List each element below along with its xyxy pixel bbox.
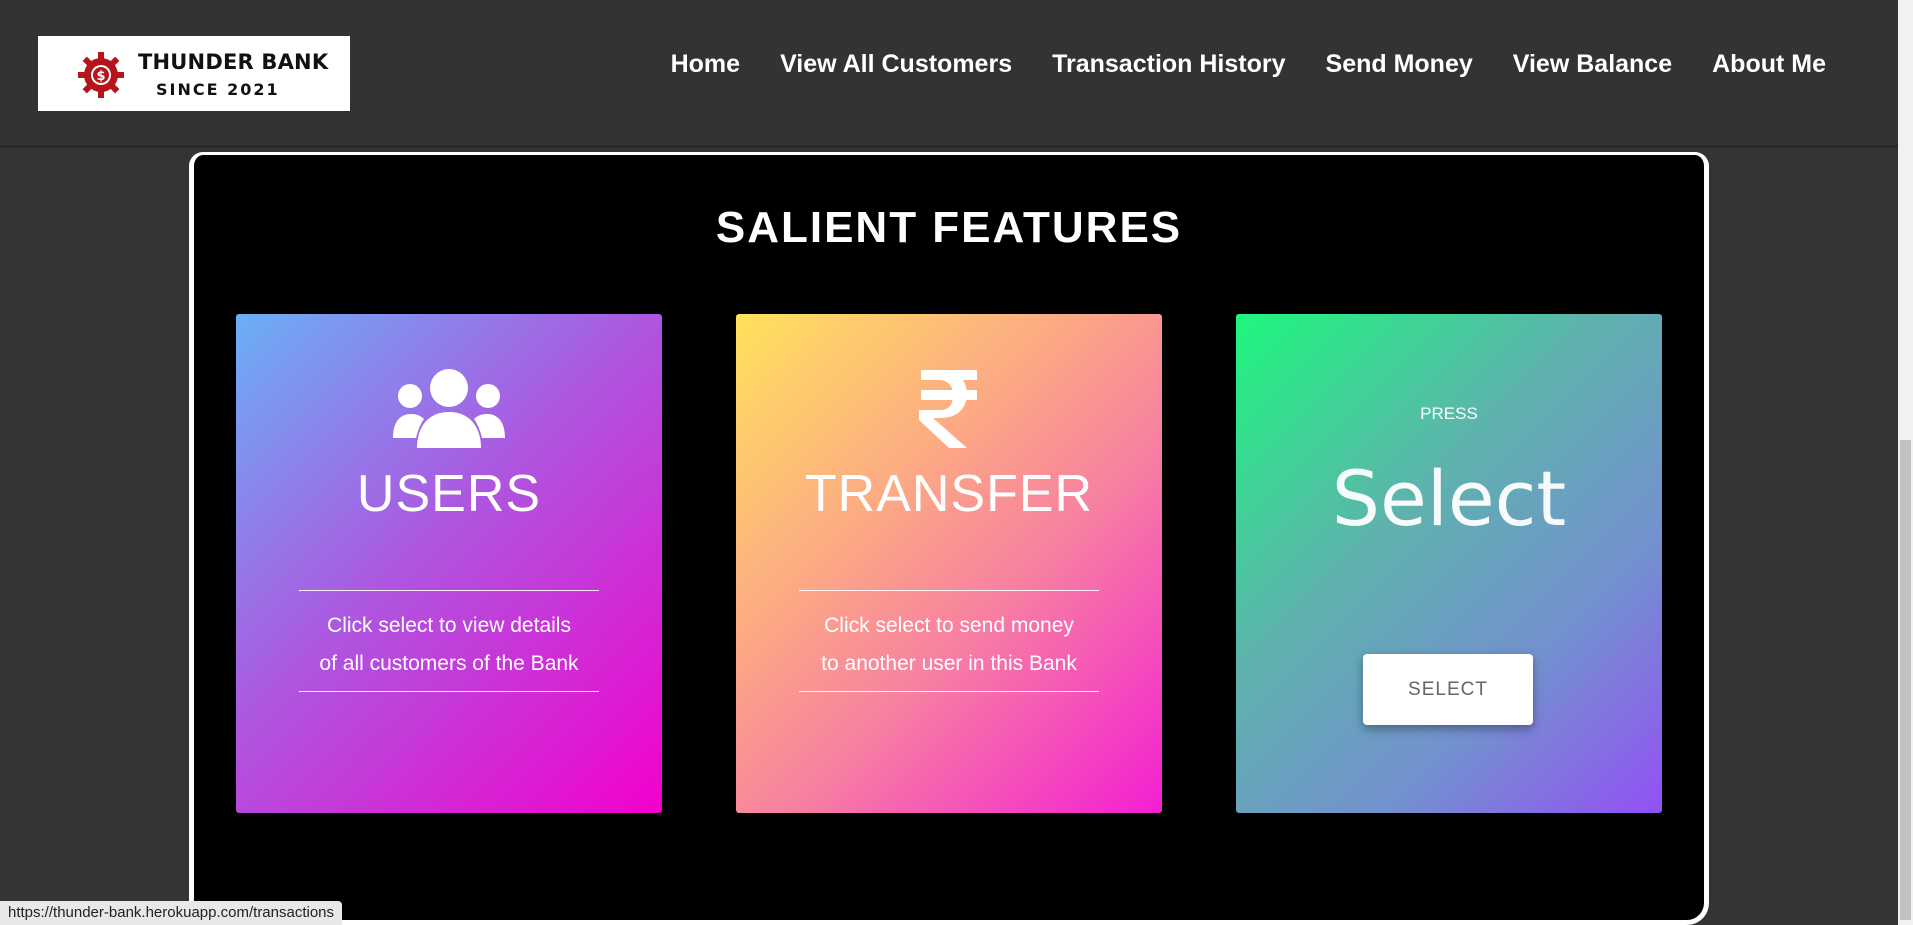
nav-links: Home View All Customers Transaction Hist… xyxy=(671,50,1826,79)
description-line: Click select to send money xyxy=(824,614,1074,637)
description-line: to another user in this Bank xyxy=(821,652,1077,675)
scrollbar[interactable] xyxy=(1898,0,1913,925)
gear-icon: $ xyxy=(78,52,124,98)
nav-about-me[interactable]: About Me xyxy=(1712,50,1826,79)
divider xyxy=(799,691,1099,692)
users-card: USERS Click select to view details of al… xyxy=(236,314,662,813)
logo[interactable]: $ THUNDER BANK SINCE 2021 xyxy=(38,36,350,111)
rupee-icon xyxy=(919,370,977,448)
divider xyxy=(799,590,1099,591)
select-heading: Select xyxy=(1331,454,1567,543)
nav-view-balance[interactable]: View Balance xyxy=(1513,50,1672,79)
card-title: USERS xyxy=(356,465,542,523)
navbar: $ THUNDER BANK SINCE 2021 Home View All … xyxy=(0,0,1898,148)
users-icon xyxy=(393,369,505,448)
logo-since: SINCE 2021 xyxy=(156,80,280,99)
press-label: PRESS xyxy=(1420,404,1478,423)
scrollbar-thumb[interactable] xyxy=(1900,440,1911,920)
divider xyxy=(299,691,599,692)
nav-view-all-customers[interactable]: View All Customers xyxy=(780,50,1012,79)
nav-home[interactable]: Home xyxy=(671,50,740,79)
transfer-card: TRANSFER Click select to send money to a… xyxy=(736,314,1162,813)
nav-send-money[interactable]: Send Money xyxy=(1326,50,1473,79)
logo-name: THUNDER BANK xyxy=(138,50,329,74)
svg-text:$: $ xyxy=(96,69,105,84)
card-description: Click select to view details of all cust… xyxy=(236,607,662,683)
status-url: https://thunder-bank.herokuapp.com/trans… xyxy=(0,901,343,925)
section-title: SALIENT FEATURES xyxy=(715,203,1183,252)
description-line: of all customers of the Bank xyxy=(319,652,579,675)
select-button[interactable]: SELECT xyxy=(1363,654,1533,725)
card-description: Click select to send money to another us… xyxy=(736,607,1162,683)
divider xyxy=(299,590,599,591)
description-line: Click select to view details xyxy=(327,614,571,637)
card-title: TRANSFER xyxy=(804,465,1094,523)
nav-transaction-history[interactable]: Transaction History xyxy=(1052,50,1285,79)
select-card: PRESS Select SELECT xyxy=(1236,314,1662,813)
salient-features-section: SALIENT FEATURES USERS Click select to v… xyxy=(189,152,1709,925)
